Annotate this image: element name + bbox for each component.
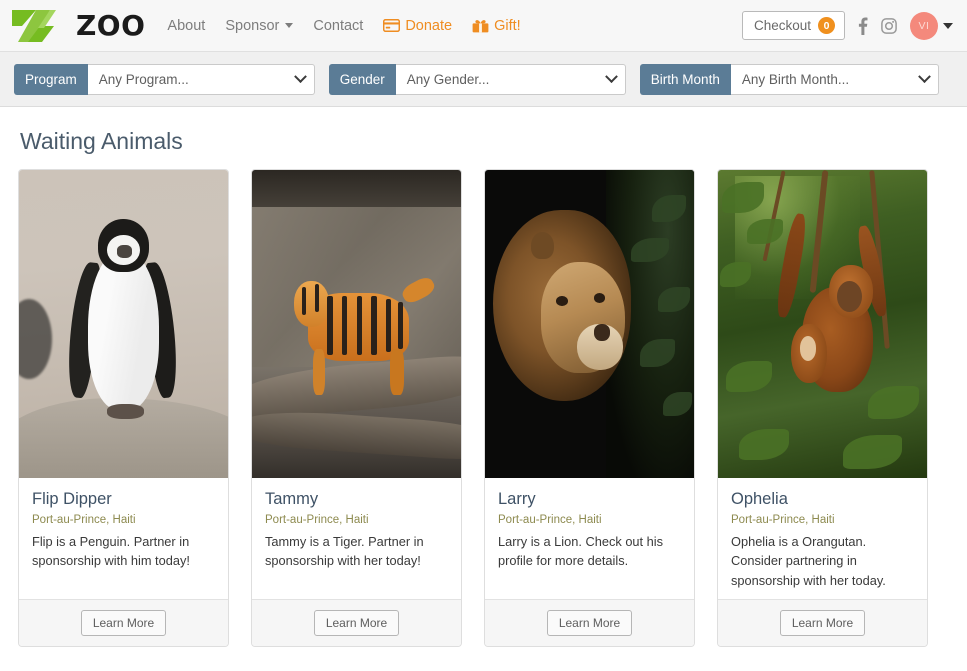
animal-location: Port-au-Prince, Haiti [265, 514, 369, 526]
learn-more-button[interactable]: Learn More [313, 610, 400, 637]
nav-label: Gift! [494, 17, 521, 34]
animal-card-footer: Learn More [485, 599, 694, 647]
nav-label: Sponsor [225, 17, 280, 34]
filter-bar: Program Any Program... Gender Any Gender… [0, 52, 967, 107]
chevron-down-icon [604, 69, 618, 83]
animal-card-footer: Learn More [19, 599, 228, 647]
checkout-button[interactable]: Checkout 0 [741, 11, 845, 40]
chevron-down-icon [293, 69, 307, 83]
filter-label-birth-month: Birth Month [639, 63, 731, 95]
filter-gender: Gender Any Gender... [328, 63, 626, 95]
program-select[interactable]: Any Program... [87, 63, 315, 95]
birth-month-select[interactable]: Any Birth Month... [730, 63, 939, 95]
animal-location: Port-au-Prince, Haiti [731, 514, 835, 526]
nav-item-contact[interactable]: Contact [313, 18, 363, 34]
instagram-icon[interactable] [881, 17, 897, 34]
main-nav: About Sponsor Contact Donate Gift! [167, 18, 520, 34]
birth-month-select-value: Any Birth Month... [741, 71, 850, 87]
animal-card[interactable]: Ophelia Port-au-Prince, Haiti Ophelia is… [717, 169, 928, 648]
animal-card-list: Flip Dipper Port-au-Prince, Haiti Flip i… [18, 169, 949, 648]
nav-label: Contact [313, 17, 364, 34]
learn-more-button[interactable]: Learn More [80, 610, 167, 637]
animal-description: Larry is a Lion. Check out his profile f… [498, 534, 664, 569]
learn-more-button[interactable]: Learn More [779, 610, 866, 637]
orangutan-photo [718, 170, 927, 478]
animal-card-body: Larry Port-au-Prince, Haiti Larry is a L… [485, 478, 694, 599]
filter-birth-month: Birth Month Any Birth Month... [639, 63, 939, 95]
animal-card-body: Tammy Port-au-Prince, Haiti Tammy is a T… [252, 478, 461, 599]
chevron-down-icon [943, 22, 953, 29]
animal-name: Flip Dipper [32, 490, 112, 508]
page-title: Waiting Animals [20, 128, 183, 154]
site-header: ZOO About Sponsor Contact Donate Gift! C… [0, 0, 967, 52]
checkout-label: Checkout [753, 18, 811, 33]
animal-card-body: Flip Dipper Port-au-Prince, Haiti Flip i… [19, 478, 228, 599]
tiger-photo [252, 170, 461, 478]
gift-icon [472, 19, 489, 33]
checkout-count-badge: 0 [818, 17, 835, 34]
animal-card[interactable]: Larry Port-au-Prince, Haiti Larry is a L… [484, 169, 695, 648]
nav-label: About [167, 17, 206, 34]
filter-program: Program Any Program... [14, 63, 315, 95]
animal-name: Larry [498, 490, 536, 508]
facebook-icon[interactable] [858, 17, 868, 35]
credit-card-icon [383, 19, 401, 32]
nav-item-about[interactable]: About [167, 18, 205, 34]
filter-label-gender: Gender [328, 63, 396, 95]
header-actions: Checkout 0 VI [741, 11, 953, 40]
program-select-value: Any Program... [98, 71, 189, 87]
chevron-down-icon [285, 23, 294, 28]
nav-item-donate[interactable]: Donate [383, 18, 452, 34]
filter-label-program: Program [14, 63, 88, 95]
penguin-photo [19, 170, 228, 478]
animal-card-footer: Learn More [252, 599, 461, 647]
nav-item-sponsor[interactable]: Sponsor [225, 17, 294, 34]
animal-location: Port-au-Prince, Haiti [498, 514, 602, 526]
nav-item-gift[interactable]: Gift! [472, 18, 521, 34]
animal-name: Ophelia [731, 490, 788, 508]
account-menu[interactable]: VI [910, 11, 953, 40]
avatar: VI [910, 11, 938, 40]
animal-location: Port-au-Prince, Haiti [32, 514, 136, 526]
animal-card-body: Ophelia Port-au-Prince, Haiti Ophelia is… [718, 478, 927, 599]
zoo-z-logo-icon [12, 9, 56, 42]
gender-select[interactable]: Any Gender... [395, 63, 626, 95]
animal-description: Ophelia is a Orangutan. Consider partner… [731, 534, 886, 588]
animal-card-footer: Learn More [718, 599, 927, 647]
logo-text: ZOO [76, 9, 146, 42]
animal-card[interactable]: Tammy Port-au-Prince, Haiti Tammy is a T… [251, 169, 462, 648]
main-content: Waiting Animals Flip Dipper Port-au-Prin… [0, 128, 967, 648]
logo[interactable]: ZOO [10, 6, 145, 46]
chevron-down-icon [917, 69, 931, 83]
animal-description: Flip is a Penguin. Partner in sponsorshi… [32, 534, 190, 569]
animal-description: Tammy is a Tiger. Partner in sponsorship… [265, 534, 424, 569]
gender-select-value: Any Gender... [406, 71, 490, 87]
animal-card[interactable]: Flip Dipper Port-au-Prince, Haiti Flip i… [18, 169, 229, 648]
nav-label: Donate [405, 17, 453, 34]
animal-name: Tammy [265, 490, 319, 508]
lion-photo [485, 170, 694, 478]
learn-more-button[interactable]: Learn More [546, 610, 633, 637]
